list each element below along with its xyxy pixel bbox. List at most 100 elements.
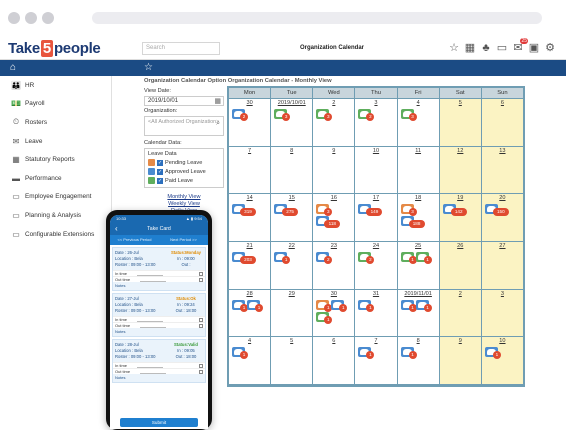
time-select[interactable]	[140, 278, 167, 282]
calendar-day-cell[interactable]: 2019/10/01 3	[271, 99, 313, 146]
legend-paid-leave[interactable]: ✓ Paid Leave	[148, 176, 220, 185]
calendar-day-cell[interactable]: 14 319	[229, 194, 271, 241]
leave-event-badge[interactable]: 3	[400, 109, 417, 121]
notes-field[interactable]: Notes	[113, 328, 205, 336]
calendar-day-cell[interactable]: 2	[439, 289, 481, 337]
window-minimize-dot[interactable]	[25, 12, 37, 24]
time-select[interactable]	[137, 318, 164, 322]
calendar-date-link[interactable]: 18	[398, 194, 439, 202]
calendar-day-cell[interactable]: 24 2	[355, 242, 397, 289]
calendar-date-link[interactable]: 30	[313, 290, 354, 298]
calendar-date-link[interactable]: 7	[229, 147, 270, 155]
leave-event-badge[interactable]: 1	[232, 299, 248, 312]
calendar-day-cell[interactable]: 30 2	[229, 99, 271, 146]
calendar-day-cell[interactable]: 7	[229, 146, 271, 194]
leave-event-badge[interactable]: 1	[484, 347, 501, 360]
calendar-date-link[interactable]: 24	[355, 242, 396, 250]
favorite-star-icon[interactable]: ☆	[144, 62, 153, 74]
calendar-day-cell[interactable]: 26	[439, 242, 481, 289]
messages-icon[interactable]: ✉ 25	[512, 38, 528, 54]
sidebar-item-hr[interactable]: 👪 HR	[0, 76, 111, 95]
calendar-day-cell[interactable]: 3	[481, 289, 523, 337]
calendar-day-cell[interactable]: 9	[439, 337, 481, 384]
leave-event-badge[interactable]: 2	[232, 109, 248, 121]
calendar-date-link[interactable]: 9	[440, 337, 481, 345]
sidebar-item-configurable-extensions[interactable]: ▭ Configurable Extensions	[0, 225, 111, 244]
calendar-date-link[interactable]: 26	[440, 242, 481, 250]
sidebar-item-rosters[interactable]: ⏲ Rosters	[0, 113, 111, 132]
calendar-date-link[interactable]: 4	[398, 99, 439, 107]
time-checkbox[interactable]	[199, 323, 203, 328]
calendar-day-cell[interactable]: 43	[397, 99, 439, 146]
calendar-day-cell[interactable]: 10	[355, 146, 397, 194]
legend-pending-leave[interactable]: ✓ Pending Leave	[148, 158, 220, 167]
leave-event-badge[interactable]: 2	[358, 252, 375, 264]
calendar-date-link[interactable]: 6	[313, 337, 354, 345]
leave-event-badge[interactable]: 1	[358, 347, 375, 360]
calendar-day-cell[interactable]: 23	[313, 99, 355, 146]
sidebar-item-statutory-reports[interactable]: ▦ Statutory Reports	[0, 150, 111, 169]
leave-event-badge[interactable]: 1	[316, 299, 333, 312]
weekly-view-link[interactable]: Weekly View	[144, 201, 224, 208]
calendar-date-link[interactable]: 3	[482, 290, 523, 298]
calendar-date-link[interactable]: 10	[355, 147, 396, 155]
leave-event-badge[interactable]: 1	[331, 299, 348, 312]
calendar-date-link[interactable]: 17	[355, 194, 396, 202]
leave-event-badge[interactable]: 1	[415, 299, 432, 312]
calendar-date-link[interactable]: 13	[482, 147, 523, 155]
calendar-day-cell[interactable]: 10 1	[481, 337, 523, 384]
monthly-view-link[interactable]: Monthly View	[144, 194, 224, 201]
calendar-date-link[interactable]: 2	[313, 99, 354, 107]
calendar-date-link[interactable]: 3	[355, 99, 396, 107]
sidebar-item-performance[interactable]: ▬ Performance	[0, 169, 111, 188]
calendar-day-cell[interactable]: 23 2	[313, 242, 355, 289]
sidebar-item-payroll[interactable]: 💵 Payroll	[0, 95, 111, 114]
calendar-day-cell[interactable]: 29	[271, 289, 313, 337]
calendar-date-link[interactable]: 5	[271, 337, 312, 345]
calendar-date-link[interactable]: 7	[355, 337, 396, 345]
time-select[interactable]	[137, 364, 164, 368]
leave-event-badge[interactable]: 275	[274, 204, 299, 217]
leave-event-badge[interactable]: 1	[274, 252, 291, 264]
calendar-date-link[interactable]: 16	[313, 194, 354, 202]
calendar-day-cell[interactable]: 20 150	[481, 194, 523, 241]
calendar-day-cell[interactable]: 2019/11/01 1 1	[397, 289, 439, 337]
calendar-day-cell[interactable]: 16 3 118	[313, 194, 355, 241]
calendar-date-link[interactable]: 31	[355, 290, 396, 298]
legend-approved-leave[interactable]: ✓ Approved Leave	[148, 167, 220, 176]
leave-event-badge[interactable]: 1	[400, 347, 417, 360]
calendar-day-cell[interactable]: 71	[355, 337, 397, 384]
calendar-day-cell[interactable]: 8	[271, 146, 313, 194]
calendar-date-link[interactable]: 14	[229, 194, 270, 202]
calendar-icon[interactable]: ▣	[528, 42, 540, 54]
window-close-dot[interactable]	[8, 12, 20, 24]
notes-field[interactable]: Notes	[113, 374, 205, 382]
date-picker-icon[interactable]: ▦	[214, 97, 221, 105]
calendar-date-link[interactable]: 19	[440, 194, 481, 202]
leave-event-badge[interactable]: 1	[400, 299, 417, 312]
calendar-day-cell[interactable]: 30 1 1 1	[313, 289, 355, 337]
calendar-day-cell[interactable]: 15 275	[271, 194, 313, 241]
favorite-star-icon[interactable]: ☆	[448, 42, 460, 54]
calendar-date-link[interactable]: 30	[229, 99, 270, 107]
calendar-day-cell[interactable]: 25 1 1	[397, 242, 439, 289]
calendar-day-cell[interactable]: 12	[439, 146, 481, 194]
home-icon[interactable]: ⌂	[10, 62, 16, 74]
calendar-date-link[interactable]: 11	[398, 147, 439, 155]
sidebar-item-employee-engagement[interactable]: ▭ Employee Engagement	[0, 188, 111, 207]
leave-event-badge[interactable]: 3	[316, 204, 333, 217]
calendar-day-cell[interactable]: 27	[481, 242, 523, 289]
calendar-day-cell[interactable]: 21 203	[229, 242, 271, 289]
notes-field[interactable]: Notes	[113, 282, 205, 290]
leave-event-badge[interactable]: 188	[400, 216, 425, 229]
address-bar[interactable]	[92, 12, 542, 24]
time-checkbox[interactable]	[199, 363, 203, 368]
calendar-day-cell[interactable]: 17 149	[355, 194, 397, 241]
calendar-day-cell[interactable]: 5	[271, 337, 313, 384]
leave-event-badge[interactable]: 3	[274, 109, 291, 121]
calendar-day-cell[interactable]: 31 1	[355, 289, 397, 337]
sidebar-item-planning-analysis[interactable]: ▭ Planning & Analysis	[0, 206, 111, 225]
time-checkbox[interactable]	[199, 317, 203, 322]
leave-event-badge[interactable]: 3	[316, 109, 333, 121]
calendar-date-link[interactable]: 8	[271, 147, 312, 155]
